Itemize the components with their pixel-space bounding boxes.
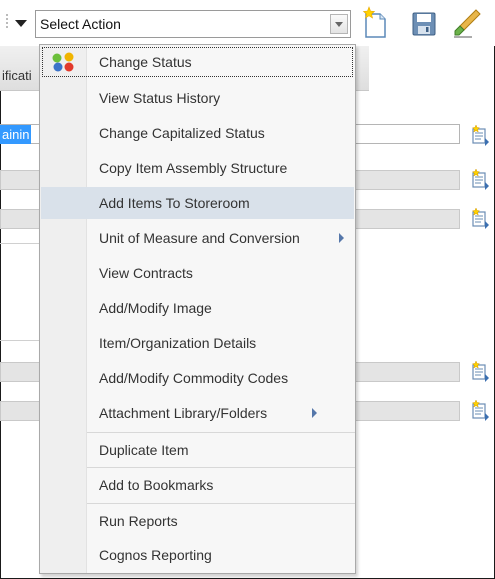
lookup-icon[interactable] — [470, 360, 490, 382]
menu-item-unit-of-measure-and-conversion[interactable]: Unit of Measure and Conversion — [41, 222, 354, 254]
clear-changes-icon[interactable] — [452, 6, 482, 40]
select-action-dropdown[interactable]: Select Action — [35, 10, 351, 38]
menu-item-add-modify-commodity-codes[interactable]: Add/Modify Commodity Codes — [41, 362, 354, 394]
menu-separator — [87, 503, 355, 504]
menu-item-view-contracts[interactable]: View Contracts — [41, 257, 354, 289]
divider — [0, 243, 40, 244]
menu-item-label: Add/Modify Image — [99, 300, 212, 316]
menu-item-label: Copy Item Assembly Structure — [99, 160, 288, 176]
menu-separator — [87, 432, 355, 433]
menu-item-view-status-history[interactable]: View Status History — [41, 82, 354, 114]
menu-item-change-status[interactable]: Change Status — [41, 46, 354, 78]
lookup-icon[interactable] — [470, 207, 490, 229]
menu-item-add-items-to-storeroom[interactable]: Add Items To Storeroom — [41, 187, 354, 219]
menu-item-label: Add Items To Storeroom — [99, 195, 250, 211]
menu-item-add-to-bookmarks[interactable]: Add to Bookmarks — [41, 469, 354, 501]
menu-item-change-capitalized-status[interactable]: Change Capitalized Status — [41, 117, 354, 149]
menu-item-label: Run Reports — [99, 513, 178, 529]
menu-item-add-modify-image[interactable]: Add/Modify Image — [41, 292, 354, 324]
menu-item-copy-item-assembly-structure[interactable]: Copy Item Assembly Structure — [41, 152, 354, 184]
menu-item-duplicate-item[interactable]: Duplicate Item — [41, 434, 354, 466]
menu-item-label: Add to Bookmarks — [99, 477, 214, 493]
new-record-icon[interactable] — [360, 6, 390, 40]
lookup-icon[interactable] — [470, 168, 490, 190]
save-icon[interactable] — [410, 6, 440, 40]
toolbar: Select Action — [0, 0, 495, 46]
menu-item-label: Attachment Library/Folders — [99, 405, 268, 421]
menu-item-label: Add/Modify Commodity Codes — [99, 370, 289, 386]
select-action-menu: Change Status View Status History Change… — [39, 44, 356, 574]
menu-item-label: View Contracts — [99, 265, 193, 281]
menu-item-label: Cognos Reporting — [99, 547, 212, 563]
menu-item-label: Duplicate Item — [99, 442, 189, 458]
submenu-arrow-icon — [339, 233, 344, 243]
lookup-icon[interactable] — [470, 124, 490, 146]
menu-item-label: Item/Organization Details — [99, 335, 257, 351]
toolbar-menu-arrow-icon[interactable] — [15, 20, 27, 27]
menu-item-label: Change Status — [99, 54, 192, 70]
menu-item-label: Unit of Measure and Conversion — [99, 230, 300, 246]
select-action-value: Select Action — [40, 16, 121, 32]
menu-item-cognos-reporting[interactable]: Cognos Reporting — [41, 539, 354, 571]
menu-item-label: Change Capitalized Status — [99, 125, 265, 141]
menu-item-attachment-library-folders[interactable]: Attachment Library/Folders — [41, 397, 354, 429]
divider — [0, 340, 40, 341]
status-icon — [52, 52, 74, 72]
menu-item-run-reports[interactable]: Run Reports — [41, 505, 354, 537]
lookup-icon[interactable] — [470, 399, 490, 421]
menu-item-item-organization-details[interactable]: Item/Organization Details — [41, 327, 354, 359]
toolbar-grip — [6, 14, 8, 30]
menu-separator — [87, 467, 355, 468]
tab-label[interactable]: ificati — [2, 68, 32, 83]
chevron-down-icon[interactable] — [330, 14, 348, 34]
field-selected-text: ainin — [0, 125, 32, 144]
submenu-arrow-icon — [312, 408, 317, 418]
menu-item-label: View Status History — [99, 90, 221, 106]
